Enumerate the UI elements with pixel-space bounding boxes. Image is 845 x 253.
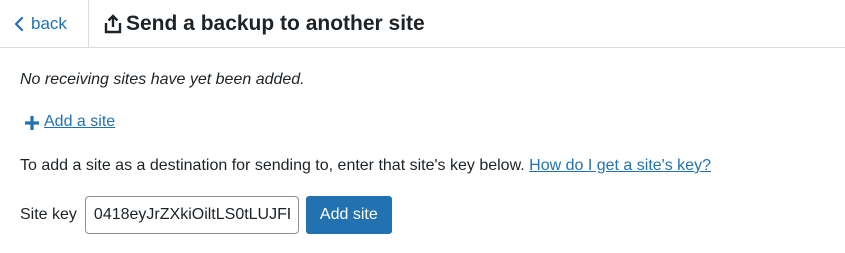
site-key-label: Site key bbox=[20, 206, 77, 223]
back-link[interactable]: back bbox=[0, 0, 89, 47]
instructions-text: To add a site as a destination for sendi… bbox=[20, 157, 525, 174]
chevron-left-icon bbox=[14, 16, 24, 31]
share-upload-icon bbox=[104, 13, 122, 33]
back-label: back bbox=[31, 13, 67, 33]
help-link[interactable]: How do I get a site's key? bbox=[529, 157, 711, 174]
plus-icon bbox=[25, 116, 39, 130]
add-site-button[interactable]: Add site bbox=[305, 196, 392, 234]
empty-sites-message: No receiving sites have yet been added. bbox=[20, 71, 305, 88]
page-title-group: Send a backup to another site bbox=[104, 0, 425, 47]
instructions: To add a site as a destination for sendi… bbox=[20, 157, 711, 175]
add-site-link[interactable]: Add a site bbox=[22, 111, 115, 133]
add-site-link-label: Add a site bbox=[44, 113, 116, 130]
site-key-row: Site key Add site bbox=[20, 196, 392, 234]
page-header: back Send a backup to another site bbox=[0, 0, 845, 48]
page-title: Send a backup to another site bbox=[126, 11, 425, 35]
site-key-input[interactable] bbox=[84, 196, 299, 234]
